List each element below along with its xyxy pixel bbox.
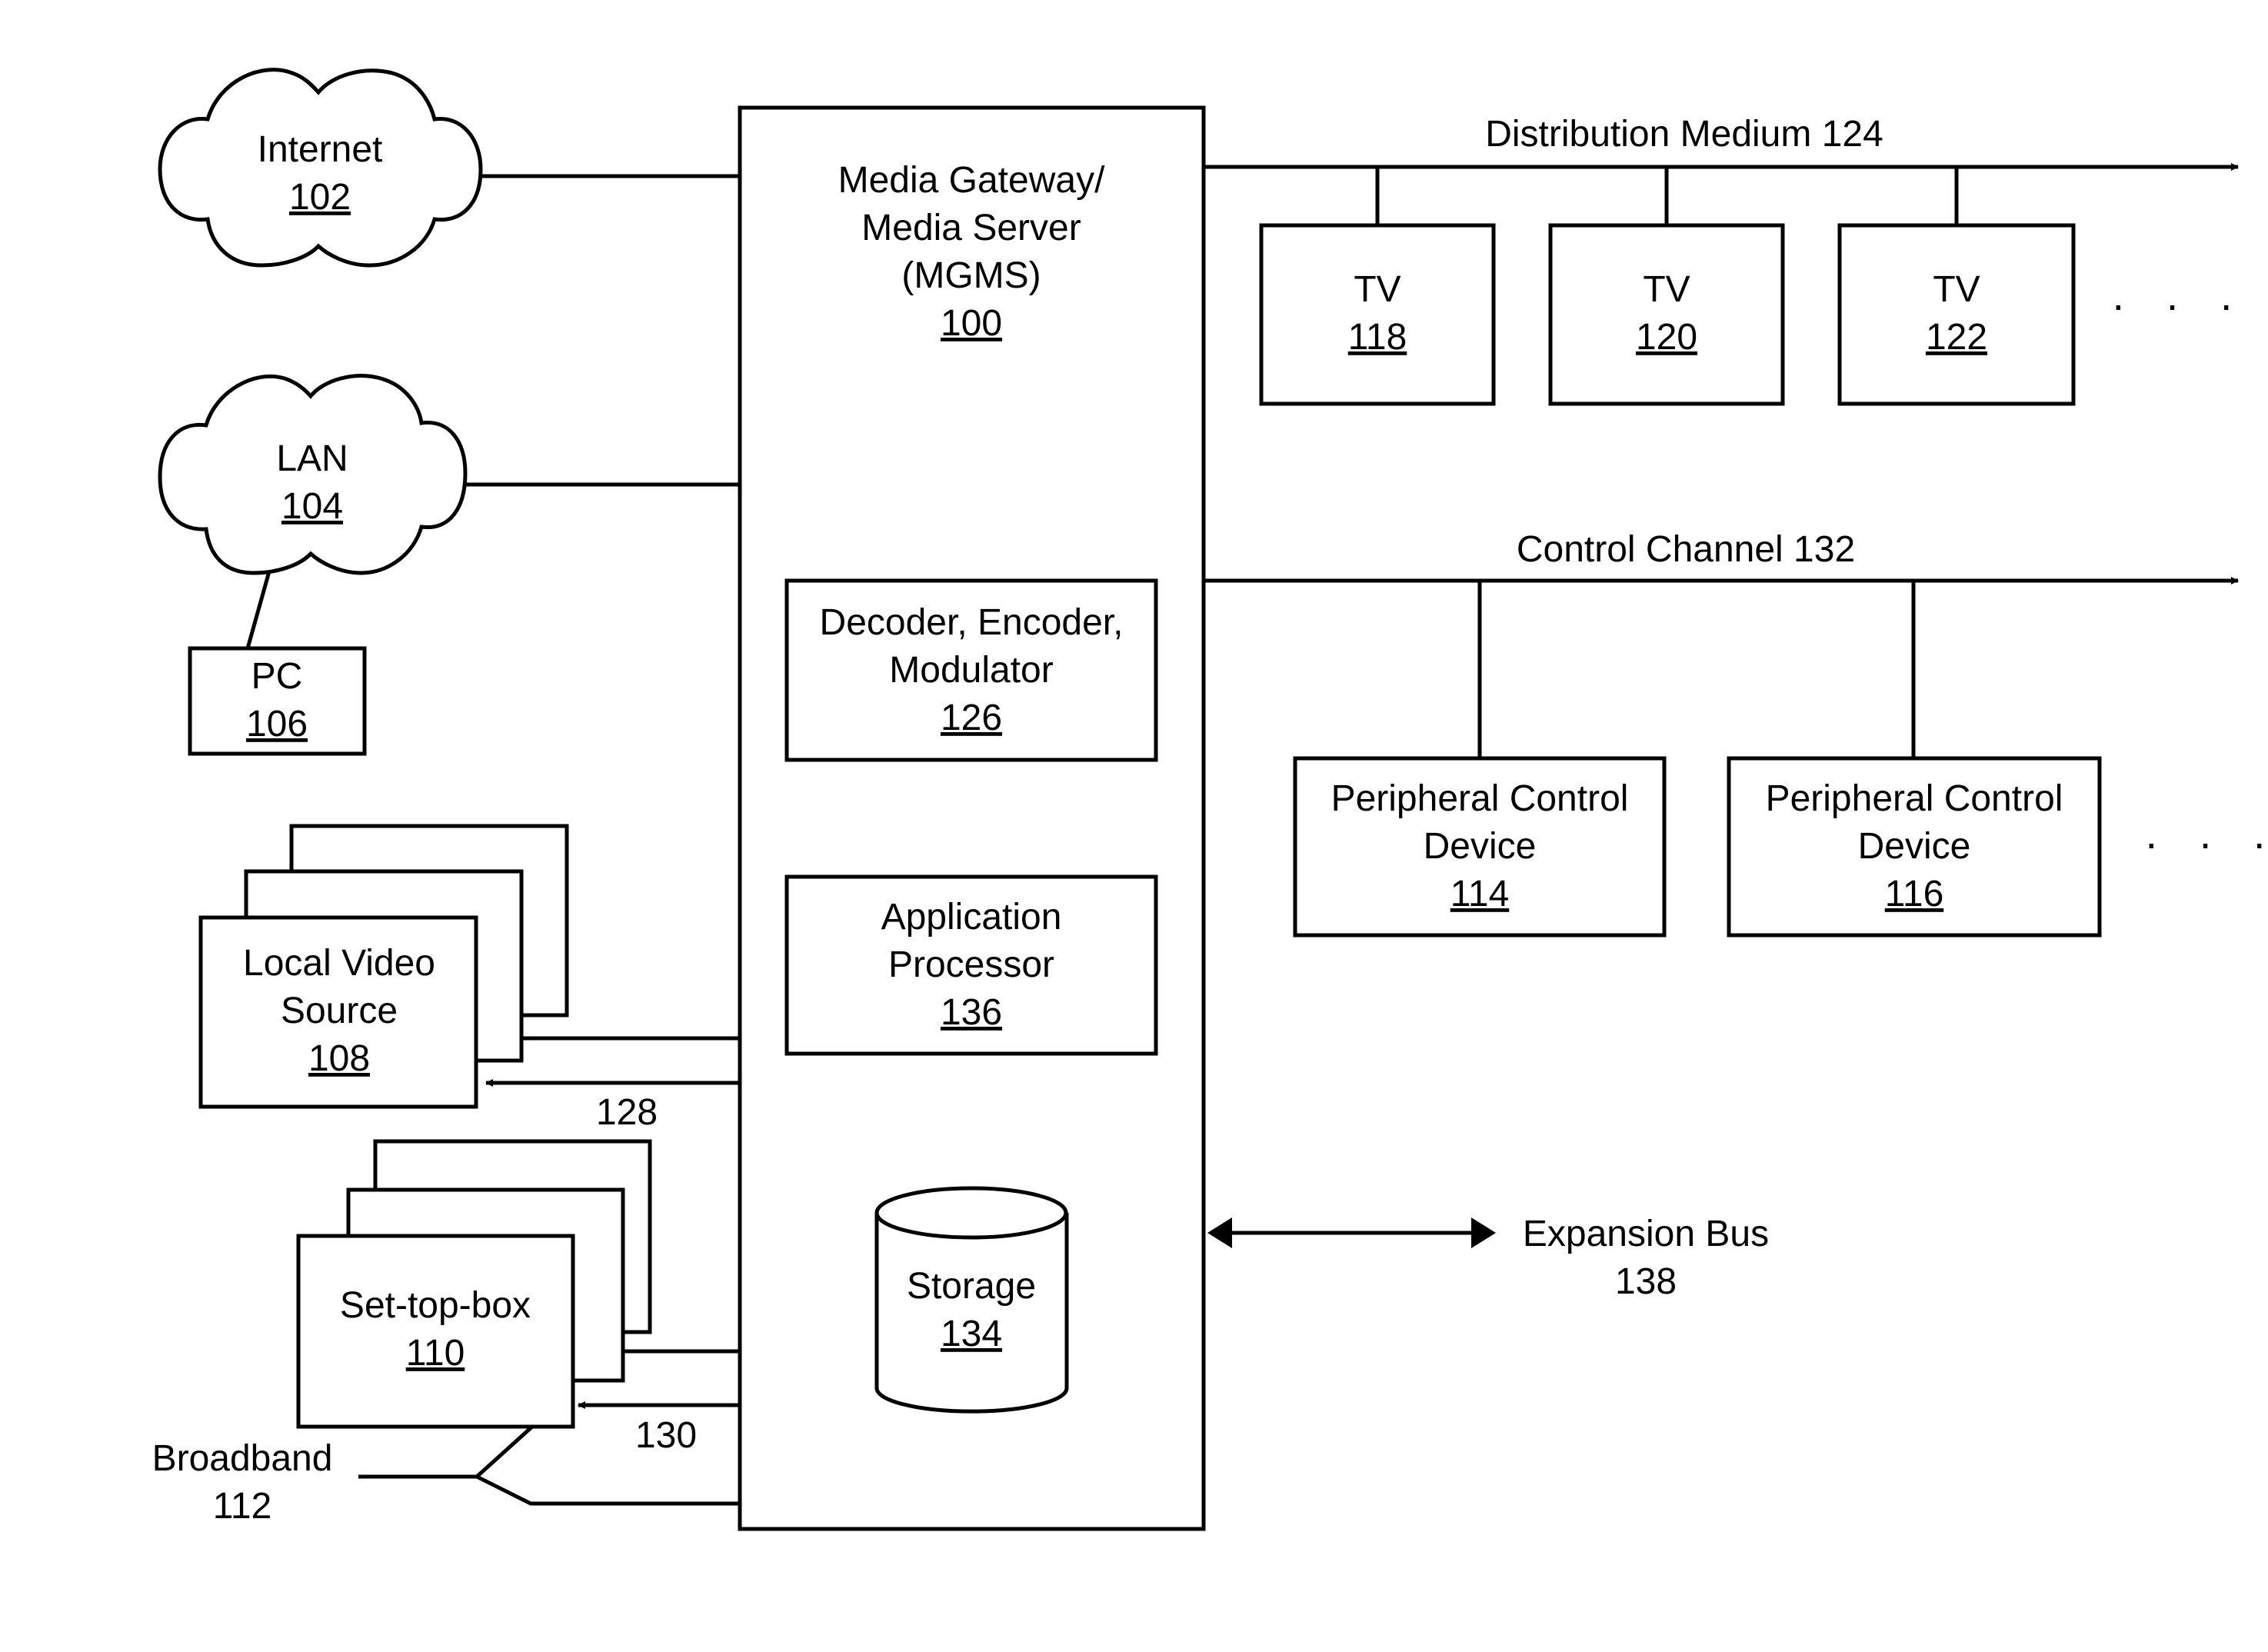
set-top-box-ref: 110 (406, 1333, 465, 1374)
control-channel-label: Control Channel 132 (1517, 529, 1855, 570)
tv-120-box (1548, 223, 1785, 406)
broadband-label: Broadband (152, 1438, 333, 1479)
internet-label: Internet (258, 129, 383, 170)
pc-block: PC 106 (188, 646, 367, 756)
tv-118-label: TV (1354, 269, 1400, 310)
peripheral-more-ellipsis: · · · (2144, 818, 2268, 867)
app-processor-line2: Processor (888, 944, 1054, 985)
broadband-to-stb-link (358, 1425, 534, 1479)
peripheral-control-device-116: Peripheral Control Device 116 (1727, 581, 2102, 938)
application-processor: Application Processor 136 (784, 874, 1158, 1056)
lan-ref: 104 (281, 486, 343, 527)
peripheral-116-line1: Peripheral Control (1766, 778, 2063, 819)
local-video-source-line2: Source (281, 991, 398, 1031)
expansion-bus-label: Expansion Bus (1523, 1214, 1769, 1254)
storage: Storage 134 (874, 1186, 1069, 1414)
tv-120: TV 120 (1548, 167, 1785, 406)
decoder-ref: 126 (941, 698, 1002, 738)
tv-118: TV 118 (1259, 167, 1496, 406)
app-processor-ref: 136 (941, 992, 1002, 1033)
broadband-ref: 112 (213, 1486, 272, 1527)
link-130-label: 130 (635, 1415, 697, 1456)
local-video-source-line1: Local Video (243, 943, 435, 984)
expansion-bus-ref: 138 (1615, 1261, 1677, 1302)
network-diagram: Media Gateway/ Media Server (MGMS) 100 I… (152, 68, 2268, 1531)
local-video-source-block: Local Video Source 108 (198, 824, 569, 1109)
tv-118-box (1259, 223, 1496, 406)
storage-cylinder-body (874, 1213, 1069, 1414)
storage-label: Storage (907, 1266, 1036, 1307)
pc-ref: 106 (246, 704, 308, 744)
peripheral-116-line2: Device (1858, 826, 1971, 867)
decoder-line1: Decoder, Encoder, (820, 602, 1124, 643)
set-top-box-box (296, 1234, 575, 1429)
database-icon (874, 1186, 1068, 1240)
lan-pc-link (245, 571, 271, 649)
local-video-source-ref: 108 (308, 1038, 370, 1079)
broadband-to-mgms-link (475, 1474, 740, 1506)
peripheral-114-line1: Peripheral Control (1331, 778, 1629, 819)
tv-120-ref: 120 (1636, 317, 1697, 358)
mgms-title-line2: Media Server (861, 208, 1081, 248)
set-top-box-block: Set-top-box 110 (296, 1139, 652, 1429)
decoder-line2: Modulator (889, 650, 1053, 691)
expansion-bus-arrowhead-left (1207, 1217, 1232, 1248)
tv-122-label: TV (1933, 269, 1980, 310)
internet-ref: 102 (289, 177, 351, 218)
mgms-ref: 100 (941, 303, 1002, 344)
tv-122: TV 122 (1837, 167, 2076, 406)
mgms-title-line1: Media Gateway/ (838, 160, 1105, 201)
distribution-medium-label: Distribution Medium 124 (1485, 114, 1883, 155)
peripheral-116-ref: 116 (1885, 874, 1944, 914)
tv-122-ref: 122 (1926, 317, 1987, 358)
peripheral-114-line2: Device (1424, 826, 1537, 867)
tv-122-box (1837, 223, 2076, 406)
lan-cloud: LAN 104 (158, 374, 468, 575)
peripheral-114-ref: 114 (1450, 874, 1510, 914)
storage-ref: 134 (941, 1314, 1002, 1354)
peripheral-control-device-114: Peripheral Control Device 114 (1293, 581, 1667, 938)
expansion-bus-arrowhead-right (1471, 1217, 1496, 1248)
lan-label: LAN (276, 438, 348, 479)
app-processor-line1: Application (881, 897, 1062, 938)
tv-118-ref: 118 (1348, 317, 1407, 358)
tv-120-label: TV (1643, 269, 1690, 310)
mgms-title-line3: (MGMS) (901, 255, 1041, 296)
link-128-label: 128 (596, 1092, 658, 1133)
set-top-box-label: Set-top-box (340, 1285, 531, 1326)
tv-more-ellipsis: · · · (2111, 280, 2247, 328)
pc-label: PC (251, 656, 303, 697)
decoder-encoder-modulator: Decoder, Encoder, Modulator 126 (784, 578, 1158, 762)
internet-cloud: Internet 102 (158, 68, 483, 268)
